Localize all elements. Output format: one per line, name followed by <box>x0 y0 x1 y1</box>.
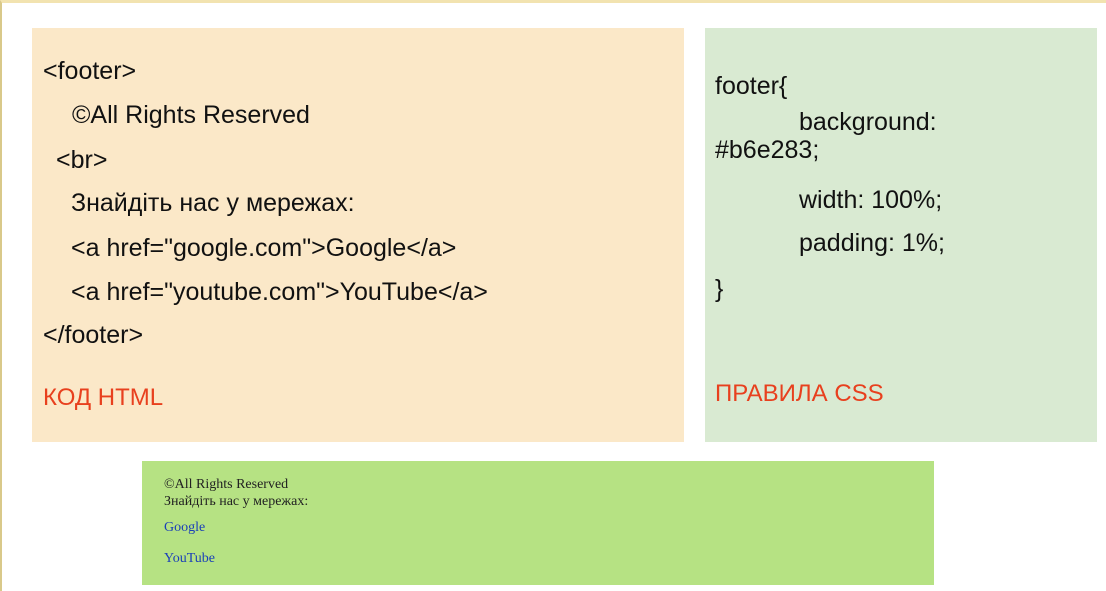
demo-google-link[interactable]: Google <box>164 520 205 536</box>
demo-youtube-link[interactable]: YouTube <box>164 551 215 567</box>
code-line-find-us: Знайдіть нас у мережах: <box>71 189 355 217</box>
rendered-footer-demo: ©All Rights Reserved Знайдіть нас у мере… <box>142 461 934 585</box>
css-line-width: width: 100%; <box>799 186 943 214</box>
html-caption: КОД HTML <box>43 384 164 411</box>
css-line-close-brace: } <box>715 275 724 303</box>
code-line-copyright: ©All Rights Reserved <box>72 101 310 129</box>
code-line-footer-close: </footer> <box>43 321 144 349</box>
css-line-background-value: #b6e283; <box>715 136 820 164</box>
demo-copyright: ©All Rights Reserved <box>164 477 289 492</box>
css-caption: ПРАВИЛА CSS <box>715 380 884 407</box>
css-line-padding: padding: 1%; <box>799 229 945 257</box>
html-code-panel: <footer> ©All Rights Reserved <br> Знайд… <box>32 28 684 442</box>
css-line-background-prop: background: <box>799 108 937 136</box>
code-line-youtube-link: <a href="youtube.com">YouTube</a> <box>71 278 488 306</box>
css-rules-panel: footer{ background: #b6e283; width: 100%… <box>705 28 1097 442</box>
demo-find-us: Знайдіть нас у мережах: <box>164 494 309 509</box>
code-line-google-link: <a href="google.com">Google</a> <box>71 234 457 262</box>
code-line-footer-open: <footer> <box>43 57 137 85</box>
code-line-br: <br> <box>56 146 108 174</box>
css-line-selector: footer{ <box>715 72 788 100</box>
slide-frame: <footer> ©All Rights Reserved <br> Знайд… <box>0 0 1106 591</box>
